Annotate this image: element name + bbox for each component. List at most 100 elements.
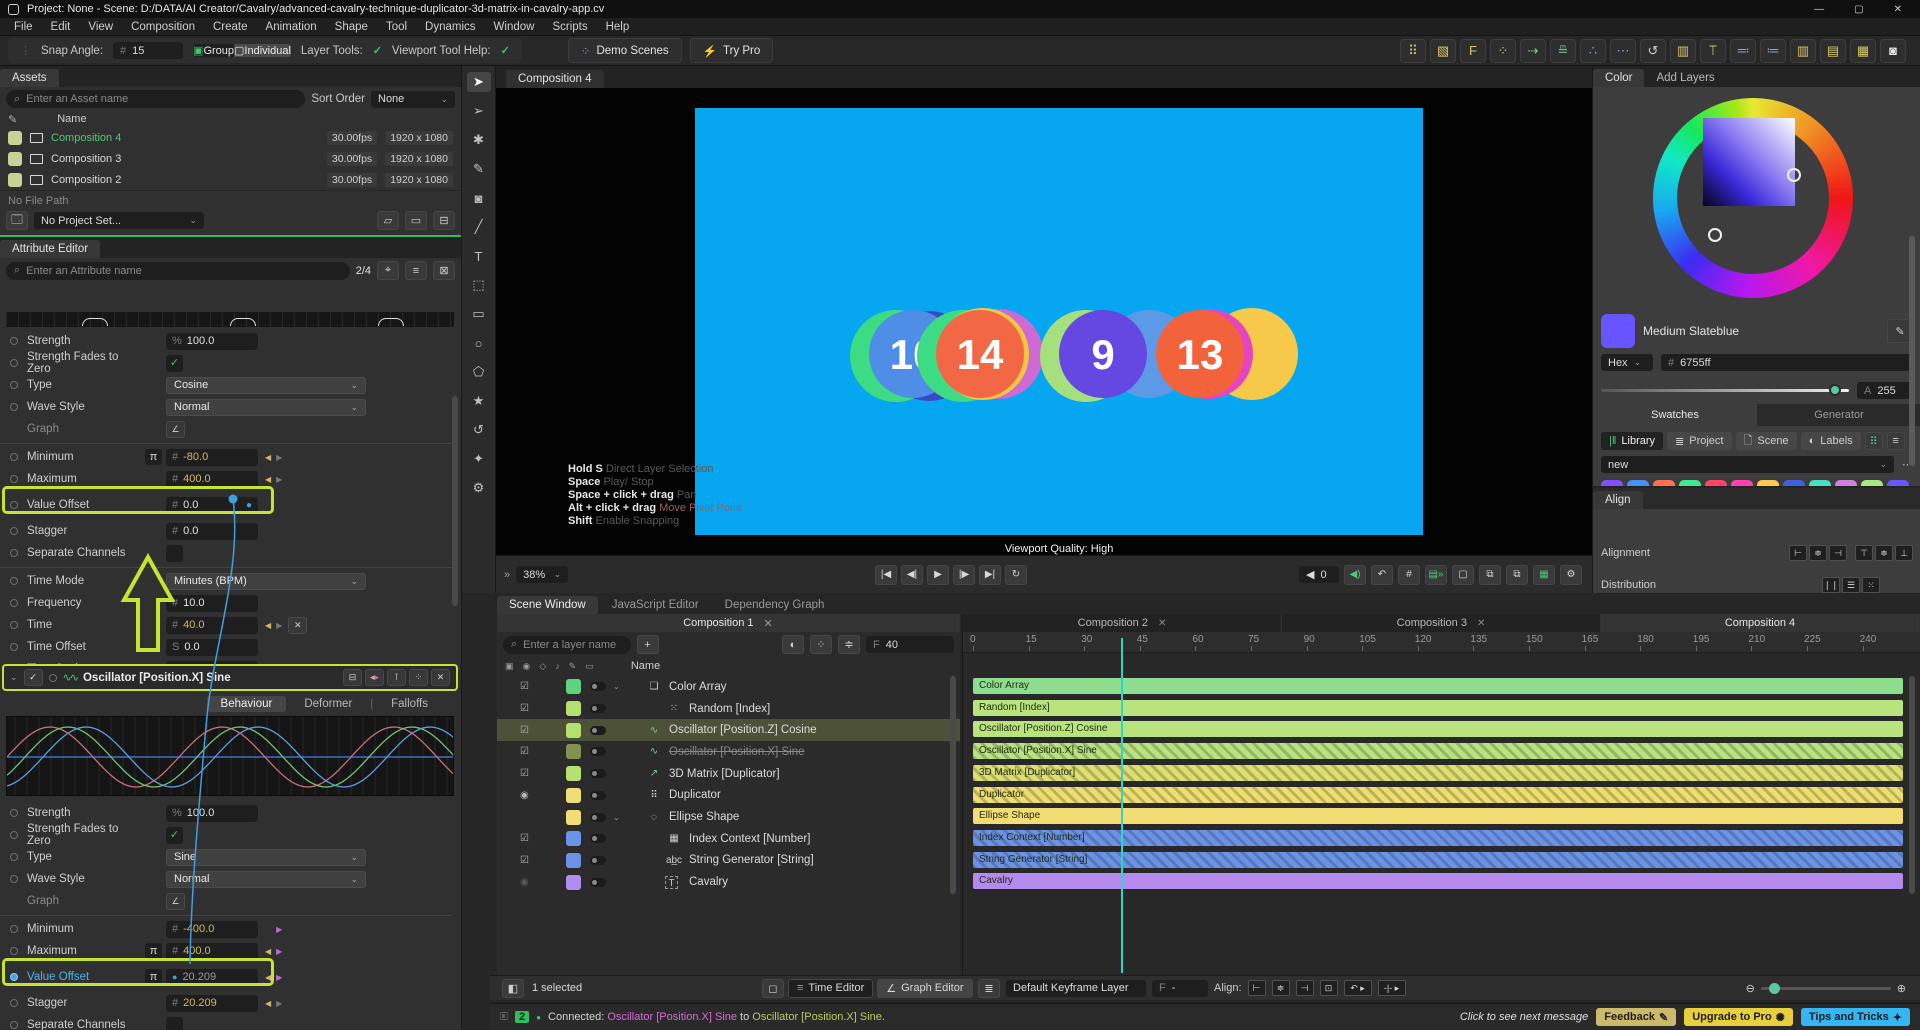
prev-keyframe-icon[interactable]: ◀ bbox=[265, 475, 271, 484]
filter-visible-icon[interactable]: ◐ bbox=[782, 635, 804, 654]
timeline-scrollbar[interactable] bbox=[1909, 676, 1915, 894]
project-set-select[interactable]: No Project Set... ⌄ bbox=[34, 212, 204, 229]
pi-badge[interactable]: π bbox=[145, 969, 162, 985]
attribute-radio[interactable] bbox=[10, 947, 18, 955]
graph-button[interactable]: ∠ bbox=[166, 420, 185, 438]
attribute-radio[interactable] bbox=[10, 831, 18, 839]
close-icon[interactable]: ✕ bbox=[764, 617, 773, 630]
layers-scrollbar[interactable] bbox=[950, 676, 956, 894]
menu-animation[interactable]: Animation bbox=[258, 20, 325, 34]
next-keyframe-icon[interactable]: ▶ bbox=[276, 973, 282, 982]
timeline-zoom-slider[interactable] bbox=[1760, 982, 1891, 994]
asset-row[interactable]: Composition 4 30.00fps 1920 x 1080 bbox=[0, 127, 461, 148]
next-message-link[interactable]: Click to see next message bbox=[1460, 1011, 1588, 1023]
toolbar-frame-bars-icon[interactable]: ▥ bbox=[1670, 38, 1696, 63]
maximize-button[interactable]: ▢ bbox=[1854, 4, 1863, 15]
attribute-editor-tab[interactable]: Attribute Editor bbox=[0, 240, 101, 258]
align-left-keys-button[interactable]: ⊢ bbox=[1247, 980, 1266, 996]
keyframe-arrows[interactable]: ◀▶ bbox=[262, 999, 282, 1008]
timeline-tab-composition-4[interactable]: Composition 4 bbox=[1601, 614, 1920, 632]
timeline-bar-random-index[interactable]: Random [Index] bbox=[973, 699, 1903, 716]
asset-color-swatch[interactable] bbox=[8, 130, 22, 145]
timeline-bar-3d-matrix-duplicator[interactable]: 3D Matrix [Duplicator] bbox=[973, 764, 1903, 781]
layout-icon[interactable]: ▤» bbox=[1425, 564, 1447, 585]
tab-falloffs[interactable]: Falloffs bbox=[377, 696, 442, 712]
toolbar-align-shapes-icon[interactable]: ≞ bbox=[1550, 38, 1576, 63]
time-editor-button[interactable]: ≡ Time Editor bbox=[788, 978, 874, 998]
attribute-radio[interactable] bbox=[10, 359, 18, 367]
attribute-radio[interactable] bbox=[10, 337, 18, 345]
keyframe-arrows[interactable]: ◀▶ bbox=[262, 475, 282, 484]
toolbar-dots-icon[interactable]: ⋯ bbox=[1610, 38, 1636, 63]
menu-file[interactable]: File bbox=[6, 20, 41, 34]
attribute-radio[interactable] bbox=[10, 381, 18, 389]
layer-switch[interactable] bbox=[590, 769, 606, 779]
minimize-button[interactable]: — bbox=[1814, 4, 1824, 15]
menu-window[interactable]: Window bbox=[486, 20, 543, 34]
expand-icon[interactable]: » bbox=[504, 569, 510, 581]
saturation-value-square[interactable] bbox=[1703, 118, 1795, 206]
layer-switch[interactable] bbox=[590, 682, 606, 692]
next-frame-button[interactable]: |▶ bbox=[953, 564, 975, 585]
remove-connection-button[interactable]: ✕ bbox=[288, 616, 308, 634]
onion-skin-field[interactable]: ◀ 0 bbox=[1299, 566, 1339, 583]
motion-blur-icon[interactable]: ↶ bbox=[1371, 564, 1393, 585]
feedback-button[interactable]: Feedback ✎ bbox=[1596, 1008, 1677, 1026]
current-color-swatch[interactable] bbox=[1601, 314, 1635, 348]
color-panel-scrollbar[interactable] bbox=[1909, 236, 1915, 466]
asset-color-swatch[interactable] bbox=[8, 151, 22, 166]
keyframe-arrows[interactable]: ◀▶ bbox=[262, 621, 282, 630]
loop-button[interactable]: ↻ bbox=[1005, 564, 1027, 585]
project-button[interactable]: ≣ Project bbox=[1667, 432, 1732, 450]
menu-view[interactable]: View bbox=[80, 20, 121, 34]
attribute-checkbox[interactable] bbox=[166, 1016, 183, 1030]
layer-color-swatch[interactable] bbox=[566, 809, 581, 825]
timeline-bar-oscillator-position-x-sine[interactable]: Oscillator [Position.X] Sine bbox=[973, 743, 1903, 760]
select-tool-icon[interactable]: ➤ bbox=[466, 72, 491, 92]
alpha-value-field[interactable]: A 255 bbox=[1857, 382, 1913, 399]
keyframe-arrows[interactable]: ◀▶ bbox=[262, 973, 282, 982]
value-field[interactable]: #40.0 bbox=[166, 616, 258, 634]
menu-shape[interactable]: Shape bbox=[327, 20, 376, 34]
layer-switch[interactable] bbox=[590, 877, 606, 887]
toolbar-scatter-icon[interactable]: ⁘ bbox=[1490, 38, 1516, 63]
attribute-radio[interactable] bbox=[10, 501, 18, 509]
toolbar-connect-points-icon[interactable]: ∴ bbox=[1580, 38, 1606, 63]
layer-switch[interactable] bbox=[590, 790, 606, 800]
value-field[interactable]: #400.0 bbox=[166, 942, 258, 960]
list-view-icon[interactable]: ≡ bbox=[1886, 432, 1905, 450]
value-field[interactable]: ● 20.209 bbox=[166, 968, 258, 986]
attribute-checkbox[interactable]: ✓ bbox=[166, 354, 183, 372]
rotate-tool-icon[interactable]: ↺ bbox=[467, 420, 491, 440]
zoom-in-icon[interactable]: ⊕ bbox=[1897, 982, 1906, 995]
menu-edit[interactable]: Edit bbox=[43, 20, 79, 34]
keyframe-arrows[interactable]: ◀▶ bbox=[262, 453, 282, 462]
timeline-ruler[interactable]: 0 15 30 45 60 75 90 105 120 135 150 165 180 195 210 225… bbox=[963, 632, 1920, 653]
timeline-tab-composition-2[interactable]: Composition 2 ✕ bbox=[963, 614, 1282, 632]
layer-switch[interactable] bbox=[590, 747, 606, 757]
attribute-radio[interactable] bbox=[10, 643, 18, 651]
attribute-radio[interactable] bbox=[10, 853, 18, 861]
prev-keyframe-icon[interactable]: ◀ bbox=[265, 973, 271, 982]
upgrade-pro-button[interactable]: Upgrade to Pro ✺ bbox=[1684, 1008, 1793, 1026]
layer-switch[interactable] bbox=[590, 834, 606, 844]
attribute-radio[interactable] bbox=[10, 999, 18, 1007]
layer-color-swatch[interactable] bbox=[566, 766, 581, 782]
move-layers-icon[interactable]: ⁘ bbox=[810, 635, 832, 654]
next-keyframe-icon[interactable]: ▶ bbox=[276, 621, 282, 630]
asset-row[interactable]: Composition 3 30.00fps 1920 x 1080 bbox=[0, 148, 461, 169]
toolbar-grid-icon[interactable]: ▦ bbox=[1850, 38, 1876, 63]
timeline-bar-string-generator-string[interactable]: String Generator [String] bbox=[973, 851, 1903, 868]
next-keyframe-icon[interactable]: ▶ bbox=[276, 475, 282, 484]
toolbar-duplicator-grid-icon[interactable]: ⠿ bbox=[1400, 38, 1426, 63]
enabled-check-icon[interactable]: ☑ bbox=[520, 746, 529, 757]
prev-keyframe-icon[interactable]: ◀ bbox=[265, 947, 271, 956]
layer-row-oscillator-position-x-sine[interactable]: ☑∿Oscillator [Position.X] Sine◀▶○⊘ bbox=[497, 741, 1438, 763]
grid-view-icon[interactable]: ⠿ bbox=[1864, 432, 1883, 450]
direct-select-tool-icon[interactable]: ➢ bbox=[467, 101, 491, 121]
perspective-tool-icon[interactable]: ⬚ bbox=[467, 275, 491, 295]
align-vertical-button[interactable]: ⊤ bbox=[1855, 545, 1873, 561]
timeline-bar-duplicator[interactable]: Duplicator bbox=[973, 786, 1903, 803]
layer-row-string-generator-string[interactable]: ☑ab̲cString Generator [String]◀▶○ bbox=[497, 850, 1434, 872]
close-icon[interactable]: ✕ bbox=[1158, 618, 1166, 629]
